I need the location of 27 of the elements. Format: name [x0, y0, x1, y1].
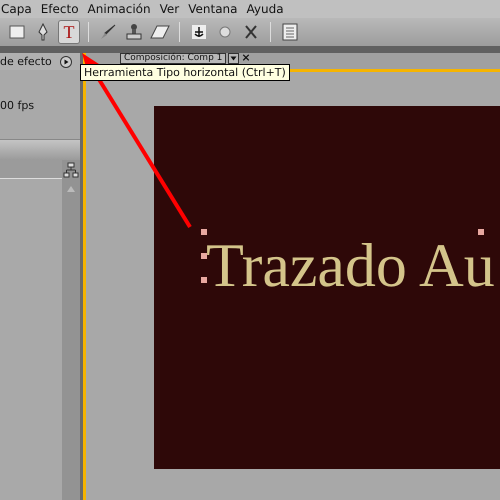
menu-item[interactable]: Ver: [158, 2, 186, 16]
pen-icon: [37, 23, 49, 41]
sphere-icon: [219, 26, 231, 38]
tooltip: Herramienta Tipo horizontal (Ctrl+T): [80, 64, 290, 81]
menu-item[interactable]: Capa: [0, 2, 38, 16]
stamp-icon: [125, 23, 143, 41]
dropdown-icon[interactable]: [228, 53, 240, 64]
menu-item[interactable]: Efecto: [40, 2, 85, 16]
anchor-icon: [192, 25, 206, 39]
selection-handle[interactable]: [201, 228, 207, 234]
rectangle-icon: [9, 25, 25, 39]
frame-rate-text: 00 fps: [0, 99, 36, 114]
menu-item[interactable]: Ayuda: [246, 2, 290, 16]
menu-item[interactable]: Ventana: [187, 2, 244, 16]
menu-item[interactable]: Animación: [86, 2, 157, 16]
selection-handle[interactable]: [201, 276, 207, 282]
composition-tab[interactable]: Composición: Comp 1: [120, 53, 226, 64]
list-icon: [282, 23, 298, 41]
flowchart-icon[interactable]: [63, 162, 79, 178]
close-button[interactable]: ×: [241, 53, 251, 63]
tool-button[interactable]: T: [58, 20, 80, 44]
selection-handle[interactable]: [201, 252, 207, 258]
canvas-text: Trazado Au: [206, 232, 495, 300]
brush-icon: [99, 23, 117, 41]
selection-handle[interactable]: [478, 228, 484, 234]
eraser-icon: [150, 25, 170, 39]
play-icon[interactable]: [60, 56, 72, 68]
